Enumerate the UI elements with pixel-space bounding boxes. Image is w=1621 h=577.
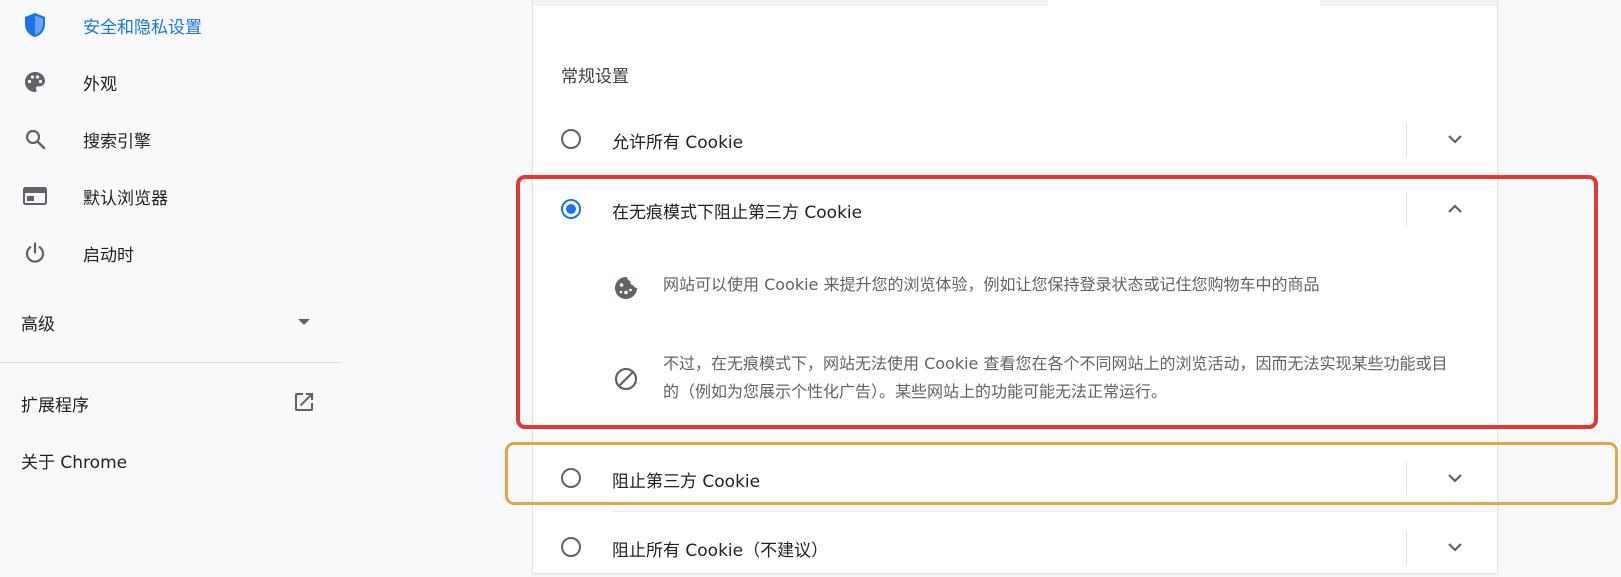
chevron-down-icon[interactable] [1441, 533, 1469, 561]
sidebar-item-label: 外观 [83, 74, 117, 95]
sidebar-item-privacy[interactable]: 安全和隐私设置 [0, 2, 342, 48]
card-top-strip [533, 0, 1497, 6]
sidebar-item-label: 默认浏览器 [83, 188, 168, 209]
palette-icon [22, 69, 48, 95]
option-block-all-cookies[interactable]: 阻止所有 Cookie（不建议） [533, 517, 1497, 577]
sidebar-divider [0, 362, 342, 363]
settings-sidebar: 安全和隐私设置 外观 搜索引擎 默认浏览器 启动时 高级 扩展程序 关于 Chr… [0, 0, 342, 573]
option-label: 允许所有 Cookie [612, 133, 744, 153]
sidebar-about-label: 关于 Chrome [21, 453, 128, 473]
strip-segment [1048, 0, 1320, 6]
highlight-frame-red [516, 175, 1598, 429]
sidebar-item-label: 启动时 [83, 245, 134, 266]
option-separator [1406, 530, 1407, 564]
sidebar-item-on-startup[interactable]: 启动时 [0, 230, 342, 276]
sidebar-advanced-label: 高级 [21, 315, 55, 335]
chevron-down-icon[interactable] [1441, 125, 1469, 153]
sidebar-item-search-engine[interactable]: 搜索引擎 [0, 116, 342, 162]
option-separator [1406, 122, 1407, 156]
sidebar-item-default-browser[interactable]: 默认浏览器 [0, 173, 342, 219]
power-icon [22, 240, 48, 266]
radio-button[interactable] [561, 537, 581, 557]
highlight-frame-orange [505, 442, 1618, 505]
row-divider [612, 511, 1497, 512]
radio-button[interactable] [561, 129, 581, 149]
search-icon [22, 126, 48, 152]
sidebar-item-appearance[interactable]: 外观 [0, 59, 342, 105]
option-allow-all-cookies[interactable]: 允许所有 Cookie [533, 109, 1497, 169]
sidebar-extensions-label: 扩展程序 [21, 396, 89, 416]
browser-icon [22, 183, 48, 209]
sidebar-item-about-chrome[interactable]: 关于 Chrome [0, 437, 342, 481]
sidebar-advanced-toggle[interactable]: 高级 [0, 298, 342, 344]
open-in-new-icon [292, 390, 316, 414]
option-label: 阻止所有 Cookie（不建议） [612, 541, 829, 561]
sidebar-item-extensions[interactable]: 扩展程序 [0, 380, 342, 424]
section-title: 常规设置 [561, 67, 629, 87]
sidebar-item-label: 安全和隐私设置 [83, 17, 202, 38]
shield-icon [22, 12, 48, 38]
sidebar-item-label: 搜索引擎 [83, 131, 151, 152]
caret-down-icon [298, 319, 310, 325]
